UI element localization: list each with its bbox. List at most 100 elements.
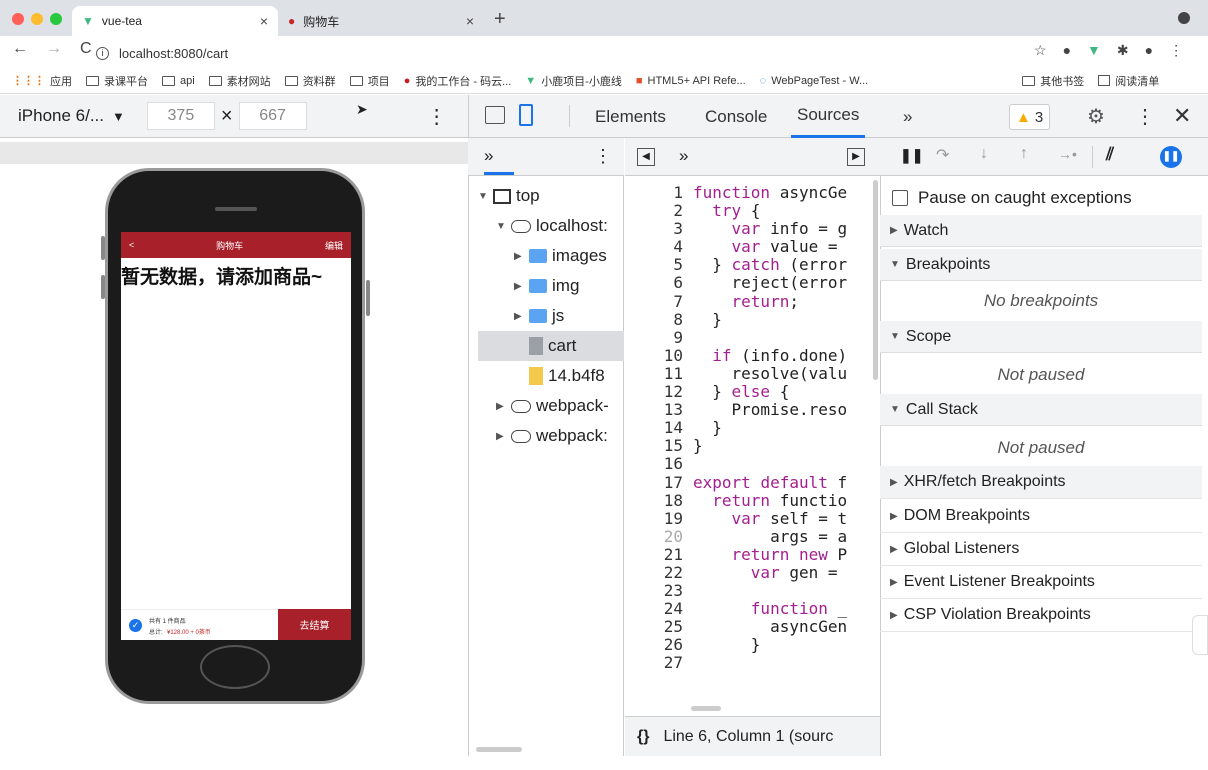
device-select[interactable]: iPhone 6/... bbox=[18, 106, 104, 126]
devtools-menu-kebab-icon[interactable]: ⋮ bbox=[1135, 104, 1155, 129]
line-number[interactable]: 20 bbox=[625, 527, 683, 546]
editor-h-scrollbar[interactable] bbox=[691, 706, 721, 711]
vue-devtools-icon[interactable]: ▼ bbox=[1087, 42, 1101, 59]
bookmark-folder[interactable]: 项目 bbox=[349, 73, 390, 89]
line-number[interactable]: 1 bbox=[625, 183, 683, 202]
width-input[interactable]: 375 bbox=[146, 102, 215, 130]
line-number[interactable]: 7 bbox=[625, 292, 683, 311]
new-tab-button[interactable]: + bbox=[494, 8, 506, 31]
step-out-icon[interactable]: ↑ bbox=[1020, 145, 1028, 163]
navigator-more-icon[interactable]: » bbox=[484, 146, 493, 166]
section-scope[interactable]: ▼ Scope bbox=[880, 321, 1202, 353]
info-icon[interactable]: i bbox=[96, 46, 109, 60]
line-number[interactable]: 8 bbox=[625, 310, 683, 329]
tree-item-js[interactable]: ▶ js bbox=[478, 301, 624, 331]
close-devtools-icon[interactable]: ✕ bbox=[1173, 103, 1191, 129]
section-global-listeners[interactable]: ▶ Global Listeners bbox=[880, 533, 1202, 566]
tree-item-localhost[interactable]: ▼ localhost: bbox=[478, 211, 624, 241]
step-icon[interactable]: →• bbox=[1058, 146, 1077, 162]
step-over-icon[interactable]: ↷ bbox=[936, 145, 949, 165]
line-number[interactable]: 14 bbox=[625, 419, 683, 437]
bookmark-html5plus[interactable]: ■ HTML5+ API Refe... bbox=[636, 75, 746, 87]
bookmark-star-icon[interactable]: ☆ bbox=[1034, 42, 1047, 59]
section-breakpoints[interactable]: ▼ Breakpoints bbox=[880, 249, 1202, 281]
puzzle-icon[interactable]: ✱ bbox=[1117, 42, 1129, 59]
navigator-menu-kebab-icon[interactable]: ⋮ bbox=[594, 146, 612, 167]
tab-sources[interactable]: Sources bbox=[791, 95, 866, 138]
toggle-navigator-icon[interactable]: ◀ bbox=[637, 148, 655, 166]
line-number[interactable]: 3 bbox=[625, 220, 683, 238]
line-number[interactable]: 15 bbox=[625, 437, 683, 455]
pause-icon[interactable]: ❚❚ bbox=[900, 147, 923, 164]
line-number[interactable]: 12 bbox=[625, 382, 683, 401]
bookmark-folder[interactable]: 录课平台 bbox=[86, 73, 148, 89]
bookmark-gitee[interactable]: ● 我的工作台 - 码云... bbox=[404, 73, 512, 89]
toggle-debugger-icon[interactable]: ▶ bbox=[847, 148, 865, 166]
step-into-icon[interactable]: ↓ bbox=[980, 145, 988, 163]
tree-item-img[interactable]: ▶ img bbox=[478, 271, 624, 301]
deactivate-breakpoints-icon[interactable]: ⫽ bbox=[1106, 144, 1114, 165]
device-dropdown-icon[interactable]: ▼ bbox=[112, 109, 125, 124]
pause-caught-checkbox[interactable] bbox=[892, 190, 908, 206]
line-number[interactable]: 11 bbox=[625, 364, 683, 383]
section-call-stack[interactable]: ▼ Call Stack bbox=[880, 394, 1202, 426]
line-number[interactable]: 13 bbox=[625, 401, 683, 419]
profile-icon[interactable]: ● bbox=[1145, 42, 1153, 59]
line-number[interactable]: 19 bbox=[625, 509, 683, 528]
back-icon[interactable]: ← bbox=[12, 40, 28, 58]
bookmark-folder[interactable]: 资料群 bbox=[284, 73, 336, 89]
menu-kebab-icon[interactable]: ⋮ bbox=[1169, 42, 1183, 59]
line-number[interactable]: 6 bbox=[625, 274, 683, 292]
line-number[interactable]: 27 bbox=[625, 654, 683, 672]
editor-scrollbar[interactable] bbox=[873, 180, 878, 380]
close-tab-icon[interactable]: × bbox=[260, 13, 268, 29]
checkout-button[interactable]: 去结算 bbox=[278, 609, 351, 640]
section-dom-breakpoints[interactable]: ▶ DOM Breakpoints bbox=[880, 500, 1202, 533]
line-number[interactable]: 21 bbox=[625, 545, 683, 564]
select-all-check-icon[interactable]: ✓ bbox=[129, 619, 142, 632]
settings-gear-icon[interactable]: ⚙ bbox=[1087, 104, 1105, 129]
app-edit-button[interactable]: 编辑 bbox=[325, 239, 343, 252]
line-number[interactable]: 18 bbox=[625, 491, 683, 510]
expand-icon[interactable]: ▶ bbox=[496, 431, 506, 442]
tab-search-icon[interactable] bbox=[1178, 12, 1190, 24]
pause-on-exceptions-icon[interactable]: ❚❚ bbox=[1160, 146, 1182, 168]
extension-icon[interactable]: ● bbox=[1063, 42, 1071, 59]
device-toggle-icon[interactable] bbox=[519, 104, 533, 126]
warnings-badge[interactable]: ▲ 3 bbox=[1009, 104, 1051, 130]
browser-tab-cart[interactable]: ● 购物车 × bbox=[278, 6, 484, 36]
url-field[interactable]: i localhost:8080/cart bbox=[96, 40, 1096, 66]
close-tab-icon[interactable]: × bbox=[466, 13, 474, 29]
more-tabs-icon[interactable]: » bbox=[903, 95, 912, 138]
bookmark-xiaolu[interactable]: ▼ 小鹿项目-小鹿线 bbox=[525, 73, 622, 89]
line-number[interactable]: 24 bbox=[625, 600, 683, 618]
line-number[interactable]: 26 bbox=[625, 636, 683, 654]
app-back-button[interactable]: < bbox=[129, 240, 134, 250]
bookmark-reading-list[interactable]: 阅读清单 bbox=[1098, 73, 1159, 89]
code-editor[interactable]: 1 2 3 4 5 6 7 8 9 10 11 12 13 14 15 16 17 18 19 20 21 22 23 24 2… bbox=[625, 176, 880, 716]
minimize-window-button[interactable] bbox=[31, 13, 43, 25]
inspect-element-icon[interactable] bbox=[485, 106, 505, 124]
close-window-button[interactable] bbox=[12, 13, 24, 25]
section-csp-breakpoints[interactable]: ▶ CSP Violation Breakpoints bbox=[880, 599, 1202, 632]
line-number[interactable]: 10 bbox=[625, 346, 683, 365]
tree-item-webpack[interactable]: ▶ webpack- bbox=[478, 391, 624, 421]
line-number[interactable]: 9 bbox=[625, 328, 683, 347]
collapse-icon[interactable]: ▼ bbox=[478, 191, 488, 202]
pretty-print-button[interactable]: {} bbox=[637, 728, 649, 746]
drawer-handle[interactable] bbox=[1192, 615, 1208, 655]
line-number[interactable]: 4 bbox=[625, 238, 683, 256]
bookmark-webpagetest[interactable]: ◌ WebPageTest - W... bbox=[760, 75, 869, 87]
bookmark-folder[interactable]: api bbox=[162, 75, 195, 87]
line-number[interactable]: 25 bbox=[625, 618, 683, 636]
height-input[interactable]: 667 bbox=[238, 102, 307, 130]
editor-more-icon[interactable]: » bbox=[679, 146, 688, 166]
tab-elements[interactable]: Elements bbox=[595, 95, 666, 138]
expand-icon[interactable]: ▶ bbox=[514, 311, 524, 322]
tree-item-cart[interactable]: cart bbox=[478, 331, 624, 361]
section-event-listener-breakpoints[interactable]: ▶ Event Listener Breakpoints bbox=[880, 566, 1202, 599]
section-xhr-breakpoints[interactable]: ▶ XHR/fetch Breakpoints bbox=[880, 466, 1202, 499]
line-number[interactable]: 17 bbox=[625, 473, 683, 492]
line-number[interactable]: 2 bbox=[625, 201, 683, 220]
bookmark-other[interactable]: 其他书签 bbox=[1022, 73, 1084, 89]
